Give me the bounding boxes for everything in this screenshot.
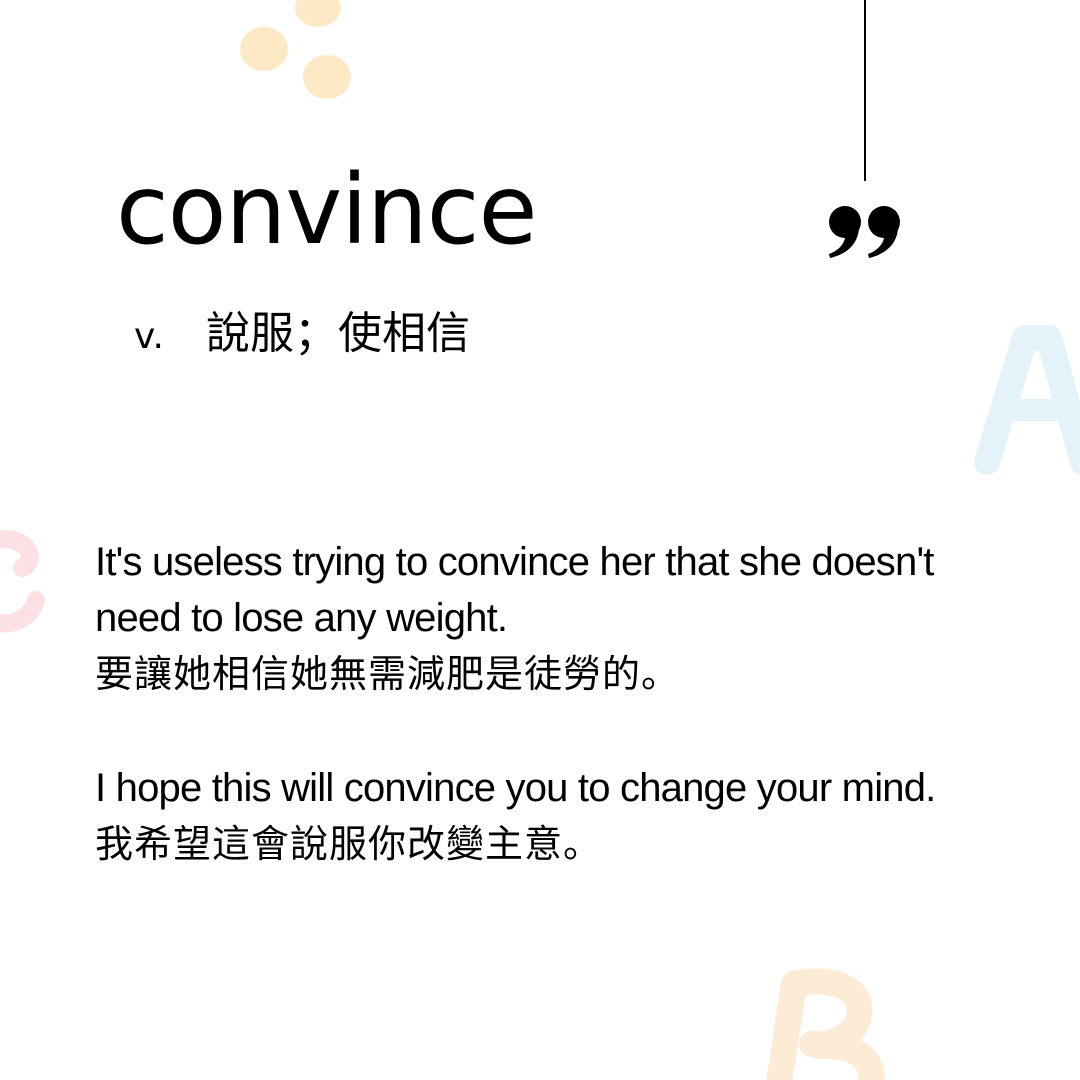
example-chinese: 要讓她相信她無需減肥是徒勞的。 <box>95 652 681 696</box>
part-of-speech: v. <box>134 316 164 357</box>
dot-top <box>295 0 341 27</box>
dots-decoration <box>240 0 351 99</box>
headword: convince <box>116 154 538 266</box>
vocabulary-card: convince v. 說服；使相信 It's useless trying to… <box>0 0 1080 1080</box>
example-english: It's useless trying to convince her that… <box>95 540 934 640</box>
vertical-divider-line <box>864 0 866 181</box>
example-english: I hope this will convince you to change … <box>95 766 936 810</box>
closing-quote-icon <box>829 206 900 258</box>
letter-c-decoration <box>0 530 45 633</box>
letter-a-decoration <box>974 325 1080 475</box>
dot-left <box>240 27 288 71</box>
example-chinese: 我希望這會說服你改變主意。 <box>95 822 603 866</box>
definition: v. 說服；使相信 <box>134 308 470 359</box>
example-sentence-2: I hope this will convince you to change … <box>95 760 955 872</box>
example-sentence-1: It's useless trying to convince her that… <box>95 534 955 702</box>
definition-meaning: 說服；使相信 <box>205 308 470 359</box>
letter-b-decoration <box>766 968 885 1080</box>
dot-right <box>303 55 351 99</box>
